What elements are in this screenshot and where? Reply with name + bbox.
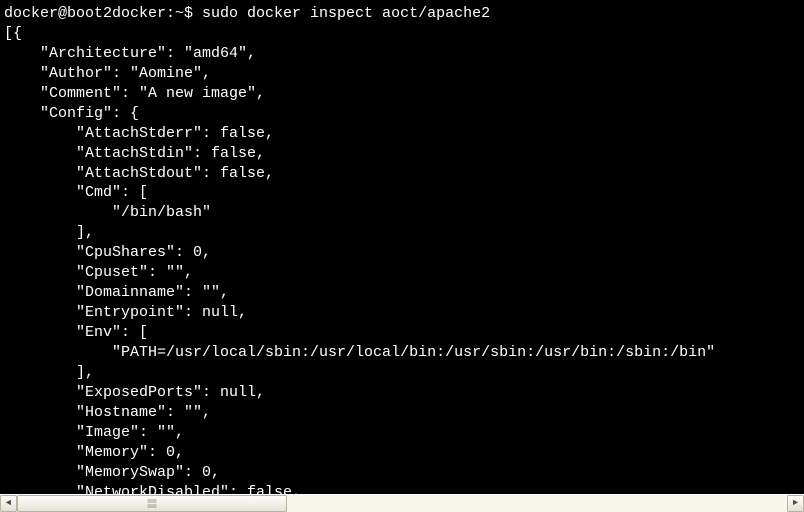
terminal-output[interactable]: docker@boot2docker:~$ sudo docker inspec… bbox=[0, 0, 804, 494]
output-line: "AttachStderr": false, bbox=[4, 124, 804, 144]
output-line: "PATH=/usr/local/sbin:/usr/local/bin:/us… bbox=[4, 343, 804, 363]
output-line: "Cpuset": "", bbox=[4, 263, 804, 283]
output-line: "AttachStdin": false, bbox=[4, 144, 804, 164]
output-line: "/bin/bash" bbox=[4, 203, 804, 223]
scroll-thumb[interactable] bbox=[17, 495, 287, 512]
horizontal-scrollbar[interactable]: ◄ ► bbox=[0, 494, 804, 512]
output-line: "Cmd": [ bbox=[4, 183, 804, 203]
output-line: "Author": "Aomine", bbox=[4, 64, 804, 84]
output-line: "NetworkDisabled": false, bbox=[4, 483, 804, 495]
output-line: "Architecture": "amd64", bbox=[4, 44, 804, 64]
output-line: "Image": "", bbox=[4, 423, 804, 443]
scroll-track[interactable] bbox=[17, 495, 787, 512]
output-line: "Memory": 0, bbox=[4, 443, 804, 463]
output-line: "CpuShares": 0, bbox=[4, 243, 804, 263]
output-line: "Env": [ bbox=[4, 323, 804, 343]
scroll-right-button[interactable]: ► bbox=[787, 495, 804, 512]
output-line: "Entrypoint": null, bbox=[4, 303, 804, 323]
output-line: "Comment": "A new image", bbox=[4, 84, 804, 104]
output-line: "ExposedPorts": null, bbox=[4, 383, 804, 403]
output-line: "Domainname": "", bbox=[4, 283, 804, 303]
output-line: ], bbox=[4, 223, 804, 243]
output-line: "Hostname": "", bbox=[4, 403, 804, 423]
output-line: "AttachStdout": false, bbox=[4, 164, 804, 184]
scroll-grip-icon bbox=[148, 499, 157, 508]
output-line: "Config": { bbox=[4, 104, 804, 124]
output-line: "MemorySwap": 0, bbox=[4, 463, 804, 483]
output-line: [{ bbox=[4, 24, 804, 44]
output-line: ], bbox=[4, 363, 804, 383]
prompt-line: docker@boot2docker:~$ sudo docker inspec… bbox=[4, 4, 804, 24]
scroll-left-button[interactable]: ◄ bbox=[0, 495, 17, 512]
